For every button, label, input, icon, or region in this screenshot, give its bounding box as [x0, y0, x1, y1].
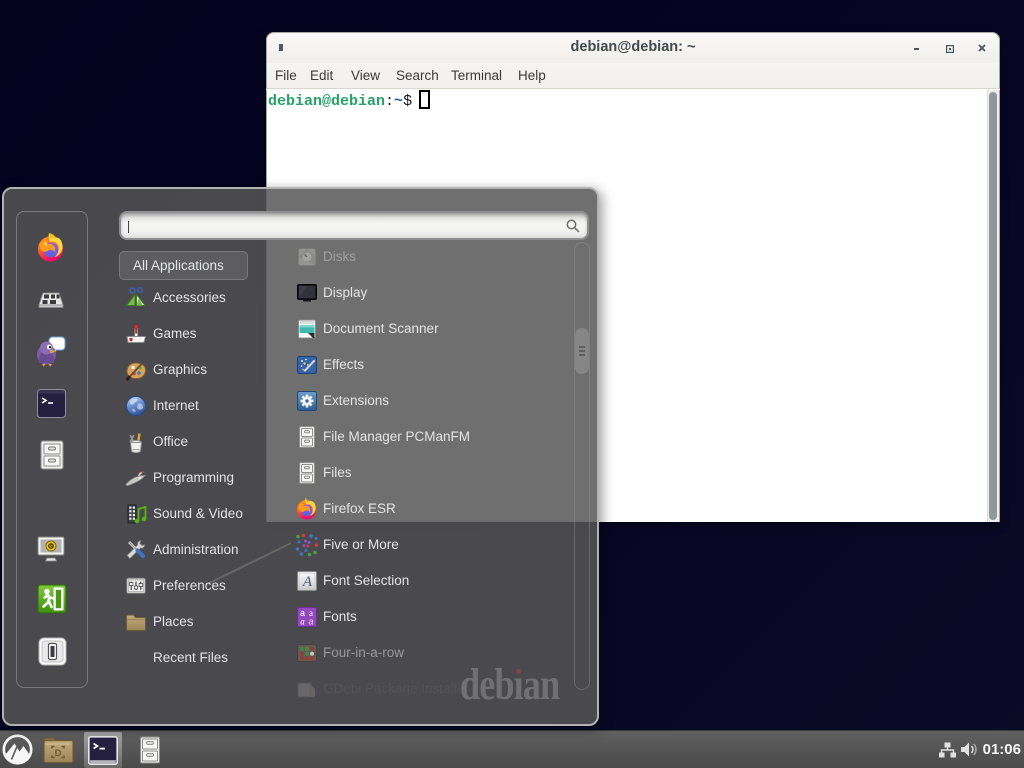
svg-text:A: A	[302, 574, 313, 590]
svg-text:a: a	[300, 617, 305, 627]
svg-text:D: D	[55, 748, 62, 759]
svg-text:a: a	[308, 617, 313, 627]
